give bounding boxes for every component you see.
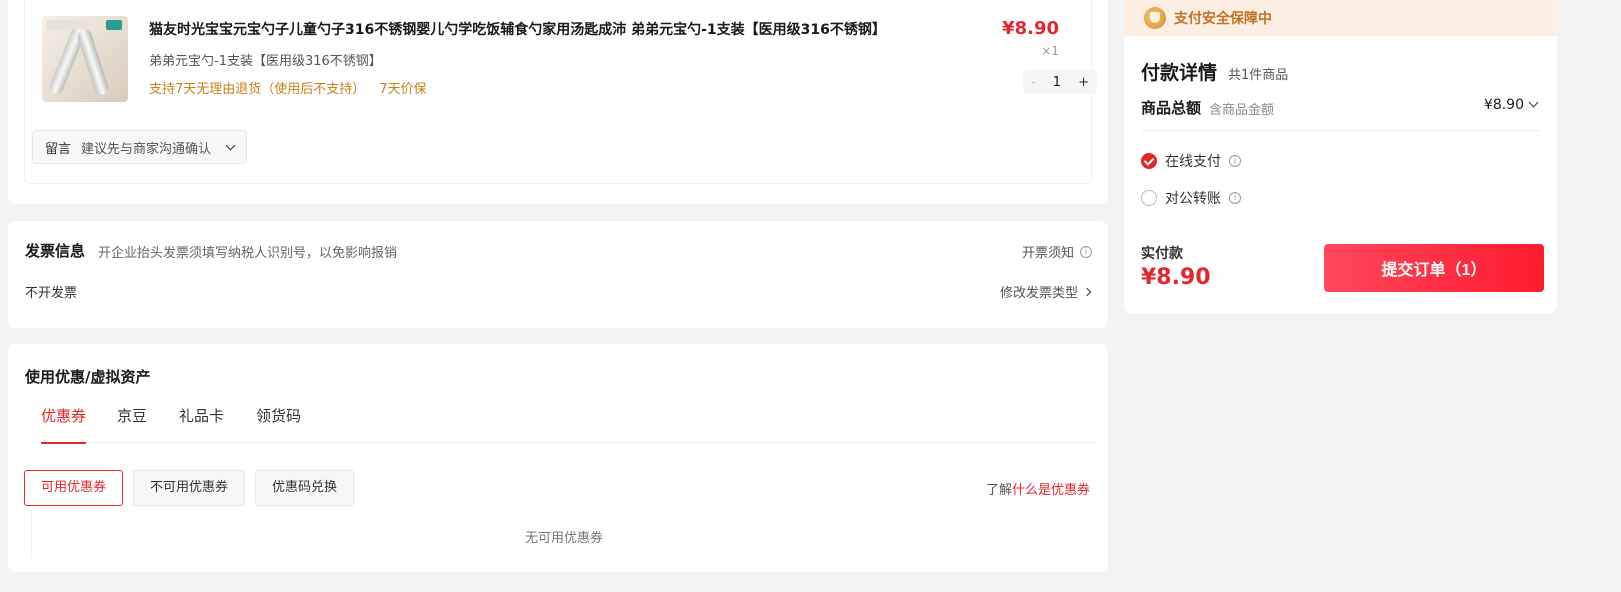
invoice-title: 发票信息 [25,242,86,260]
quantity-minus-button[interactable]: - [1031,75,1036,90]
tab-jingdou[interactable]: 京豆 [117,405,147,443]
info-icon: i [1080,245,1092,258]
payment-security-banner: 支付安全保障中 [1124,0,1557,36]
payment-item-count: 共1件商品 [1228,68,1289,83]
info-icon: i [1229,192,1241,204]
payment-panel: 支付安全保障中 付款详情 共1件商品 商品总额 含商品金额 ¥8.90 在线支付… [1124,0,1557,314]
available-coupons-button[interactable]: 可用优惠券 [24,470,124,506]
actual-pay-value: ¥8.90 [1141,265,1211,290]
radio-unchecked-icon [1141,190,1157,206]
product-title[interactable]: 猫友时光宝宝元宝勺子儿童勺子316不锈钢婴儿勺学吃饭辅食勺家用汤匙成沛 弟弟元宝… [149,19,886,39]
tab-coupons[interactable]: 优惠券 [41,405,87,444]
payment-title: 付款详情 [1141,62,1218,84]
pay-option-transfer-label: 对公转账 [1165,191,1221,207]
actual-pay-label: 实付款 [1141,246,1183,262]
pay-option-online-label: 在线支付 [1165,154,1221,170]
what-is-coupon-link[interactable]: 什么是优惠券 [1012,483,1090,498]
pay-option-transfer[interactable]: 对公转账 i [1141,188,1241,208]
product-spec: 弟弟元宝勺-1支装【医用级316不锈钢】 [149,54,382,69]
info-icon: i [1229,155,1241,167]
invoice-notice-link[interactable]: 开票须知 i [1022,242,1092,261]
product-service-tags: 支持7天无理由退货（使用后不支持） 7天价保 [149,78,427,97]
radio-checked-icon [1141,153,1157,169]
coupon-tabs: 优惠券 京豆 礼品卡 领货码 [41,405,1097,444]
change-invoice-type-label: 修改发票类型 [999,286,1078,301]
coupon-card: 使用优惠/虚拟资产 优惠券 京豆 礼品卡 领货码 可用优惠券 不可用优惠券 优惠… [8,344,1108,572]
invoice-notice-label: 开票须知 [1021,246,1074,261]
goods-total-value: ¥8.90 [1483,97,1524,113]
product-quantity-text: ×1 [1041,44,1059,58]
unavailable-coupons-button[interactable]: 不可用优惠券 [133,470,246,506]
invoice-hint: 开企业抬头发票须填写纳税人识别号，以免影响报销 [98,246,398,261]
product-image[interactable] [42,16,128,102]
coupon-learn-more: 了解什么是优惠券 [986,479,1090,498]
coupon-code-redeem-button[interactable]: 优惠码兑换 [255,470,355,506]
product-price: ¥8.90 [1002,18,1059,39]
divider [1141,130,1540,131]
message-hint: 建议先与商家沟通确认 [81,141,212,157]
product-card: 猫友时光宝宝元宝勺子儿童勺子316不锈钢婴儿勺学吃饭辅食勺家用汤匙成沛 弟弟元宝… [8,0,1108,204]
quantity-value[interactable]: 1 [1053,75,1061,90]
invoice-card: 发票信息 开企业抬头发票须填写纳税人识别号，以免影响报销 开票须知 i 不开发票… [8,221,1108,328]
coupon-learn-prefix: 了解 [985,483,1012,498]
tab-pickup-code[interactable]: 领货码 [256,405,301,443]
tab-gift-card[interactable]: 礼品卡 [179,405,224,443]
goods-total-toggle[interactable]: ¥8.90 [1483,97,1539,113]
quantity-plus-button[interactable]: + [1078,75,1089,90]
change-invoice-type-link[interactable]: 修改发票类型 [999,282,1092,301]
invoice-value: 不开发票 [25,286,78,301]
chevron-down-icon [1528,97,1539,108]
coupon-empty-text: 无可用优惠券 [524,531,603,546]
return-policy-tag: 支持7天无理由退货（使用后不支持） [149,82,366,97]
pay-option-online[interactable]: 在线支付 i [1141,151,1241,171]
payment-security-text: 支付安全保障中 [1174,11,1272,27]
message-dropdown[interactable]: 留言 建议先与商家沟通确认 [32,130,248,164]
shield-icon [1144,7,1166,29]
message-label: 留言 [45,141,72,157]
goods-total-label: 商品总额 [1141,99,1202,117]
submit-order-button[interactable]: 提交订单（1） [1324,244,1544,292]
price-protect-tag: 7天价保 [379,82,427,97]
quantity-stepper: - 1 + [1023,70,1097,94]
coupon-section-title: 使用优惠/虚拟资产 [25,368,151,386]
coupon-list: 无可用优惠券 [31,509,1096,559]
chevron-down-icon [225,140,236,150]
goods-total-sub: 含商品金额 [1209,103,1275,118]
chevron-right-icon [1082,287,1092,296]
